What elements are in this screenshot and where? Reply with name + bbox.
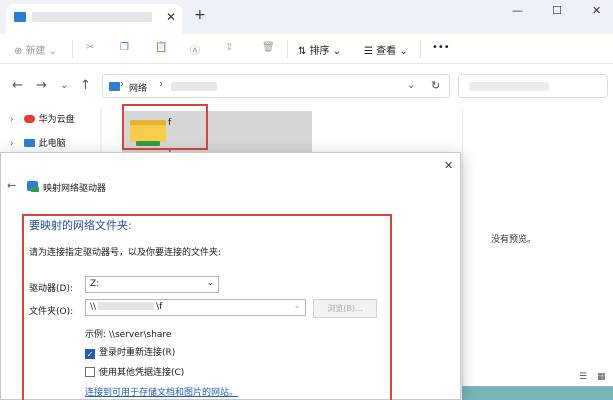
- new-label: 新建: [25, 46, 46, 57]
- address-bar[interactable]: › 网络 › ⌄ ↻: [102, 74, 450, 98]
- folder-path-host-redacted: [98, 302, 155, 310]
- network-drive-icon-base: [31, 187, 39, 192]
- new-tab-button[interactable]: +: [194, 7, 206, 23]
- dialog-heading: 要映射的网络文件夹:: [29, 219, 132, 232]
- browse-button[interactable]: 浏览(B)...: [313, 299, 377, 318]
- folder-path-prefix: \\: [90, 302, 97, 312]
- reconnect-checkbox-row[interactable]: ✓ 登录时重新连接(R): [85, 345, 175, 359]
- view-label: 查看: [376, 46, 397, 57]
- details-view-icon[interactable]: ☰: [579, 372, 587, 382]
- more-options-button[interactable]: •••: [432, 42, 450, 53]
- computer-icon: [14, 12, 26, 22]
- folder-path-suffix: \f: [156, 302, 163, 312]
- forward-icon[interactable]: →: [36, 78, 47, 93]
- refresh-icon[interactable]: ↻: [431, 79, 440, 92]
- toolbar-divider: [420, 40, 421, 58]
- folder-path-input[interactable]: \\ \f ⌄: [85, 299, 306, 316]
- sort-button[interactable]: ⇅ 排序 ⌄: [298, 42, 341, 57]
- connect-website-link[interactable]: 连接到可用于存储文档和图片的网站。: [85, 385, 238, 398]
- dialog-back-icon[interactable]: ←: [7, 179, 16, 192]
- sidebar-item-this-pc[interactable]: › 此电脑: [10, 136, 66, 149]
- toolbar-divider: [72, 40, 73, 58]
- dialog-title: 映射网络驱动器: [43, 184, 107, 194]
- chevron-right-icon: ›: [120, 79, 124, 90]
- close-window-button[interactable]: ✕: [592, 4, 601, 17]
- drive-label: 驱动器(D):: [29, 284, 73, 294]
- delete-icon[interactable]: 🗑: [262, 42, 275, 53]
- rename-icon[interactable]: Ⓐ: [190, 42, 200, 57]
- new-button[interactable]: ⊕ 新建 ⌄: [14, 42, 57, 57]
- close-tab-icon[interactable]: ✕: [166, 10, 176, 24]
- breadcrumb-network[interactable]: 网络: [129, 81, 147, 94]
- explorer-tab[interactable]: ✕: [6, 4, 182, 34]
- tab-title-redacted: [32, 12, 152, 22]
- drive-letter-select[interactable]: Z: ⌄: [85, 276, 219, 293]
- sidebar-item-huawei-cloud[interactable]: › 华为云盘: [10, 112, 75, 125]
- tiles-view-icon[interactable]: ▦: [597, 372, 606, 382]
- preview-pane: 没有预览。 ☰ ▦: [462, 108, 613, 400]
- search-placeholder-redacted: [469, 82, 549, 91]
- paste-icon[interactable]: 📋: [155, 42, 167, 53]
- copy-icon[interactable]: ❐: [120, 42, 129, 53]
- other-credentials-checkbox[interactable]: [85, 367, 95, 377]
- drive-value: Z:: [90, 279, 100, 289]
- computer-icon: [23, 139, 35, 147]
- cloud-icon: [23, 115, 35, 123]
- sidebar-item-label: 华为云盘: [38, 115, 75, 125]
- other-credentials-checkbox-row[interactable]: 使用其他凭据连接(C): [85, 365, 184, 378]
- view-button[interactable]: ☰ 查看 ⌄: [364, 42, 408, 57]
- title-bar: ✕ + — ☐ ✕: [0, 0, 613, 34]
- command-bar: ⊕ 新建 ⌄ ✂ ❐ 📋 Ⓐ ⇪ 🗑 ⇅ 排序 ⌄ ☰ 查看 ⌄ •••: [0, 34, 613, 64]
- recent-locations-icon[interactable]: ⌄: [60, 80, 68, 91]
- computer-icon: [109, 82, 120, 91]
- reconnect-checkbox[interactable]: ✓: [85, 349, 95, 359]
- example-text: 示例: \\server\share: [85, 330, 172, 340]
- highlight-box-folder: [122, 104, 208, 150]
- chevron-right-icon: ›: [159, 79, 163, 90]
- toolbar-divider: [287, 40, 288, 58]
- sidebar-item-label: 此电脑: [38, 139, 66, 149]
- address-dropdown-icon[interactable]: ⌄: [407, 80, 415, 91]
- dialog-close-button[interactable]: ✕: [444, 159, 453, 172]
- no-preview-text: 没有预览。: [491, 235, 537, 245]
- other-credentials-label: 使用其他凭据连接(C): [99, 368, 185, 378]
- dialog-instruction: 请为连接指定驱动器号，以及你要连接的文件夹:: [29, 248, 222, 258]
- desktop-background-strip: [462, 386, 613, 400]
- search-box[interactable]: [458, 74, 608, 98]
- reconnect-label: 登录时重新连接(R): [99, 348, 176, 358]
- minimize-button[interactable]: —: [512, 4, 523, 17]
- expand-icon[interactable]: ›: [10, 139, 14, 149]
- cut-icon[interactable]: ✂: [86, 42, 94, 53]
- map-network-drive-dialog: ✕ ← 映射网络驱动器 要映射的网络文件夹: 请为连接指定驱动器号，以及你要连接…: [0, 152, 461, 400]
- navigation-bar: ← → ⌄ ↑ › 网络 › ⌄ ↻: [0, 64, 613, 108]
- breadcrumb-host-redacted[interactable]: [171, 82, 217, 91]
- maximize-button[interactable]: ☐: [552, 4, 562, 17]
- sort-label: 排序: [309, 46, 330, 57]
- share-icon[interactable]: ⇪: [225, 42, 233, 53]
- up-icon[interactable]: ↑: [80, 78, 91, 93]
- chevron-down-icon[interactable]: ⌄: [206, 278, 214, 288]
- folder-label: 文件夹(O):: [29, 307, 74, 317]
- chevron-down-icon[interactable]: ⌄: [293, 301, 301, 311]
- expand-icon[interactable]: ›: [10, 115, 14, 125]
- back-icon[interactable]: ←: [12, 78, 23, 93]
